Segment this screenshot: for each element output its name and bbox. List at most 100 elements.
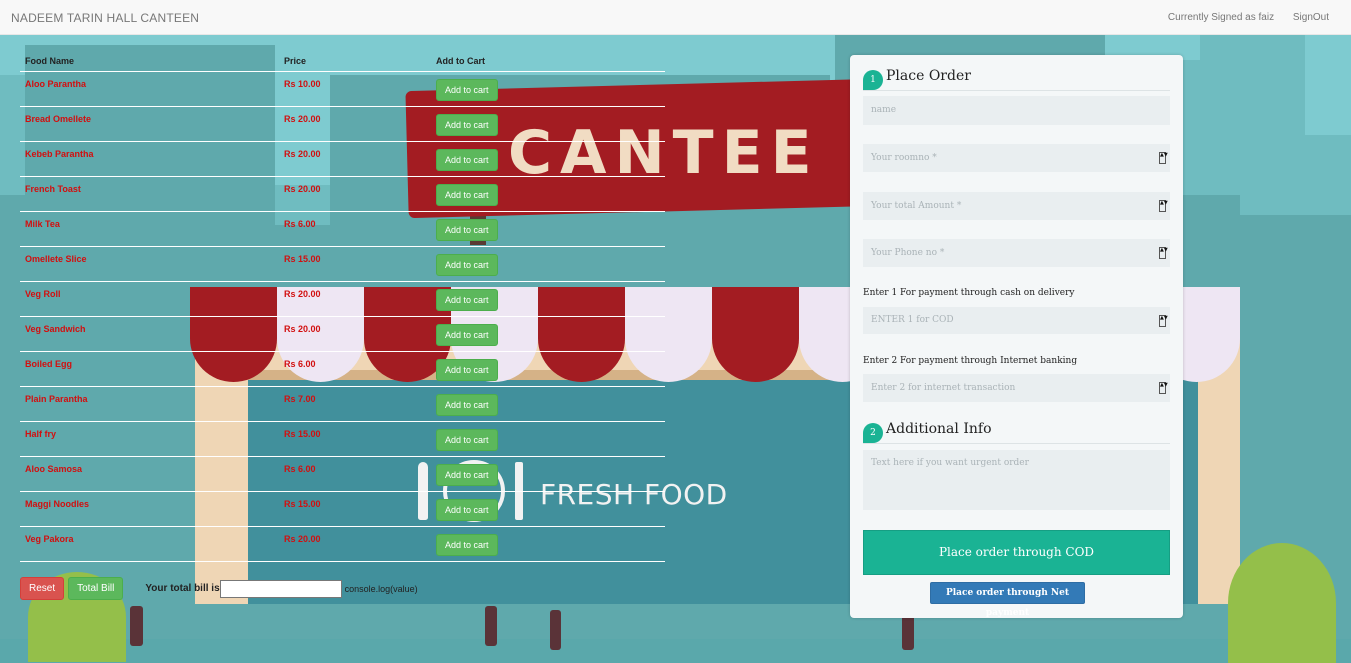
table-row: Aloo Samosa Rs 6.00 Add to cart [20,456,665,492]
add-to-cart-cell: Add to cart [431,141,665,177]
price-cell: Rs 6.00 [279,351,431,387]
food-price: Rs 6.00 [284,359,316,369]
food-price: Rs 20.00 [284,114,321,124]
add-to-cart-cell: Add to cart [431,316,665,352]
add-to-cart-button[interactable]: Add to cart [436,149,498,171]
add-to-cart-button[interactable]: Add to cart [436,499,498,521]
add-to-cart-cell: Add to cart [431,351,665,387]
add-to-cart-button[interactable]: Add to cart [436,219,498,241]
food-name: French Toast [25,184,81,194]
name-input[interactable]: name [863,96,1170,125]
table-row: French Toast Rs 20.00 Add to cart [20,176,665,212]
food-name-cell: Half fry [20,421,279,457]
add-to-cart-button[interactable]: Add to cart [436,534,498,556]
food-name-cell: Plain Parantha [20,386,279,422]
total-bill-field[interactable] [219,579,342,598]
add-to-cart-cell: Add to cart [431,176,665,212]
post-decoration [130,606,143,646]
room-number-input[interactable]: Your roomno * ▲▼ [863,144,1170,172]
food-price: Rs 20.00 [284,184,321,194]
spinner-icon[interactable]: ▲▼ [1159,247,1168,259]
step-number-badge: 2 [863,423,883,443]
food-name: Omellete Slice [25,254,87,264]
table-row: Veg Roll Rs 20.00 Add to cart [20,281,665,317]
cod-instruction-label: Enter 1 For payment through cash on deli… [863,288,1075,298]
place-order-cod-button[interactable]: Place order through COD [863,530,1170,575]
bill-controls: Reset Total Bill Your total bill is cons… [20,577,418,600]
header-add-to-cart: Add to Cart [431,51,665,72]
table-row: Aloo Parantha Rs 10.00 Add to cart [20,71,665,107]
add-to-cart-button[interactable]: Add to cart [436,289,498,311]
menu-table: Food Name Price Add to Cart Aloo Paranth… [20,51,665,562]
food-name: Half fry [25,429,57,439]
net-banking-instruction-label: Enter 2 For payment through Internet ban… [863,356,1078,366]
add-to-cart-cell: Add to cart [431,246,665,282]
signout-link[interactable]: SignOut [1293,12,1329,23]
food-price: Rs 10.00 [284,79,321,89]
signed-in-status: Currently Signed as faiz [1167,12,1275,23]
net-banking-input[interactable]: Enter 2 for internet transaction ▲▼ [863,374,1170,402]
additional-info-textarea[interactable]: Text here if you want urgent order [863,450,1170,510]
food-price: Rs 6.00 [284,219,316,229]
console-log-text: console.log(value) [344,583,418,594]
total-bill-button[interactable]: Total Bill [68,577,124,600]
cod-placeholder: ENTER 1 for COD [871,315,954,325]
food-price: Rs 20.00 [284,324,321,334]
food-name-cell: Veg Pakora [20,526,279,562]
add-to-cart-button[interactable]: Add to cart [436,79,498,101]
food-price: Rs 20.00 [284,534,321,544]
add-to-cart-button[interactable]: Add to cart [436,429,498,451]
add-to-cart-cell: Add to cart [431,421,665,457]
food-name-cell: French Toast [20,176,279,212]
place-order-net-button[interactable]: Place order through Net payment [930,582,1085,618]
total-amount-input[interactable]: Your total Amount * ▲▼ [863,192,1170,220]
food-name-cell: Bread Omellete [20,106,279,142]
header-price: Price [279,51,431,72]
price-cell: Rs 20.00 [279,526,431,562]
cod-input[interactable]: ENTER 1 for COD ▲▼ [863,307,1170,334]
food-price: Rs 15.00 [284,429,321,439]
add-to-cart-button[interactable]: Add to cart [436,464,498,486]
menu-body: Aloo Parantha Rs 10.00 Add to cart Bread Om… [20,71,665,562]
food-name: Boiled Egg [25,359,72,369]
spinner-icon[interactable]: ▲▼ [1159,200,1168,212]
phone-input[interactable]: Your Phone no * ▲▼ [863,239,1170,267]
food-name: Veg Roll [25,289,61,299]
brand-title[interactable]: NADEEM TARIN HALL CANTEEN [11,11,199,25]
price-cell: Rs 20.00 [279,281,431,317]
additional-info-header: 2 Additional Info [863,421,1170,444]
food-name: Kebeb Parantha [25,149,94,159]
spinner-icon[interactable]: ▲▼ [1159,315,1168,327]
table-row: Half fry Rs 15.00 Add to cart [20,421,665,457]
add-to-cart-button[interactable]: Add to cart [436,184,498,206]
add-to-cart-cell: Add to cart [431,526,665,562]
spinner-icon[interactable]: ▲▼ [1159,152,1168,164]
add-to-cart-button[interactable]: Add to cart [436,254,498,276]
table-row: Bread Omellete Rs 20.00 Add to cart [20,106,665,142]
food-name-cell: Aloo Samosa [20,456,279,492]
food-name: Maggi Noodles [25,499,90,509]
awning-stripe [712,287,799,382]
add-to-cart-cell: Add to cart [431,491,665,527]
additional-info-title: Additional Info [886,421,992,437]
reset-button[interactable]: Reset [20,577,65,600]
spinner-icon[interactable]: ▲▼ [1159,382,1168,394]
post-decoration [485,606,497,646]
add-to-cart-button[interactable]: Add to cart [436,359,498,381]
food-name-cell: Boiled Egg [20,351,279,387]
header-food-name: Food Name [20,51,279,72]
price-cell: Rs 20.00 [279,141,431,177]
table-row: Boiled Egg Rs 6.00 Add to cart [20,351,665,387]
room-number-placeholder: Your roomno * [871,153,937,163]
food-name: Aloo Samosa [25,464,83,474]
net-banking-placeholder: Enter 2 for internet transaction [871,383,1016,393]
add-to-cart-button[interactable]: Add to cart [436,114,498,136]
price-cell: Rs 6.00 [279,456,431,492]
food-name-cell: Kebeb Parantha [20,141,279,177]
add-to-cart-button[interactable]: Add to cart [436,394,498,416]
price-cell: Rs 15.00 [279,491,431,527]
add-to-cart-cell: Add to cart [431,106,665,142]
price-cell: Rs 10.00 [279,71,431,107]
table-header-row: Food Name Price Add to Cart [20,51,665,72]
add-to-cart-button[interactable]: Add to cart [436,324,498,346]
